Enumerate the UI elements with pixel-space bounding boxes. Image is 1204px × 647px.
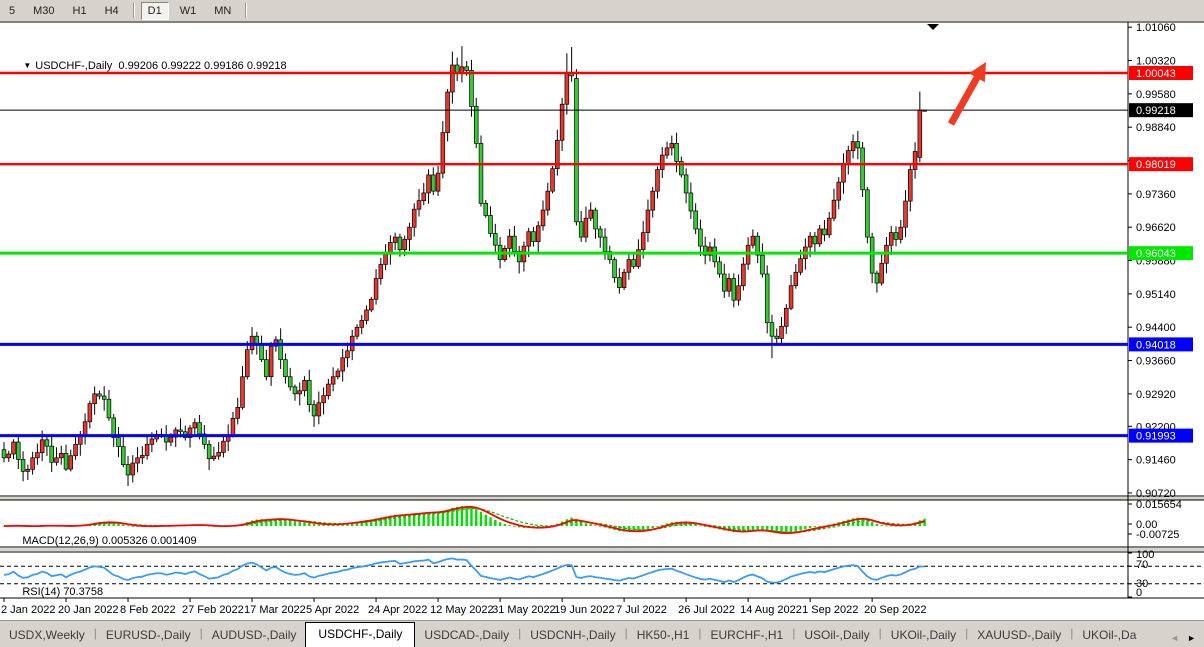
price-axis-tick: 0.97360 [1136,189,1176,201]
tab-usoildaily[interactable]: USOil-,Daily [795,624,878,647]
svg-text:0.96043: 0.96043 [1136,248,1176,260]
date-axis-label: 19 Jun 2022 [554,604,615,616]
tab-ukoildaily[interactable]: UKOil-,Daily [882,624,965,647]
symbol-tab-bar: USDX,Weekly|EURUSD-,Daily|AUDUSD-,DailyU… [0,620,1204,647]
svg-text:0.98019: 0.98019 [1136,159,1176,171]
tab-usdcnhdaily[interactable]: USDCNH-,Daily [521,624,624,647]
tab-usdchfdaily[interactable]: USDCHF-,Daily [305,622,415,647]
timeframe-button-5[interactable]: 5 [2,2,22,20]
price-chart-canvas[interactable]: 1.010601.003200.995800.988400.981000.973… [0,21,1204,621]
timeframe-button-h1[interactable]: H1 [66,2,94,20]
tab-hk50h1[interactable]: HK50-,H1 [628,624,699,647]
pane-splitter[interactable] [0,548,1204,551]
timeframe-button-h4[interactable]: H4 [98,2,126,20]
date-axis-label: 24 Apr 2022 [368,604,427,616]
timeframe-button-w1[interactable]: W1 [173,2,204,20]
macd-axis-tick: 0.015654 [1136,499,1182,511]
tab-scroll-controls: ◄► [1166,633,1204,647]
date-axis-label: 1 Sep 2022 [802,604,858,616]
toolbar-divider [133,3,134,18]
tab-usdcaddaily[interactable]: USDCAD-,Daily [415,624,518,647]
price-badge: 0.99218 [1129,103,1193,117]
svg-text:0.99218: 0.99218 [1136,105,1176,117]
date-axis-label: 27 Feb 2022 [182,604,244,616]
price-axis-tick: 0.96620 [1136,222,1176,234]
price-axis-tick: 0.99580 [1136,89,1176,101]
svg-text:1.00043: 1.00043 [1136,68,1176,80]
date-axis-label: 17 Mar 2022 [244,604,306,616]
date-axis-label: 26 Jul 2022 [678,604,735,616]
tab-ukoilda[interactable]: UKOil-,Da [1073,624,1145,647]
rsi-axis-tick: 70 [1136,559,1148,571]
date-axis-label: 14 Aug 2022 [740,604,802,616]
chart-window[interactable]: 1.010601.003200.995800.988400.981000.973… [0,21,1204,621]
price-axis-tick: 1.00320 [1136,56,1176,68]
price-axis-tick: 0.92920 [1136,389,1176,401]
toolbar-divider [245,3,246,18]
tab-usdxweekly[interactable]: USDX,Weekly [0,624,94,647]
macd-axis-tick: -0.00725 [1136,529,1179,541]
tab-eurusddaily[interactable]: EURUSD-,Daily [97,624,200,647]
price-badge: 0.94018 [1129,337,1193,351]
date-axis-label: 20 Sep 2022 [864,604,926,616]
date-axis-label: 12 May 2022 [430,604,494,616]
price-axis-tick: 0.95140 [1136,289,1176,301]
price-badge: 0.98019 [1129,157,1193,171]
date-axis-label: 31 May 2022 [492,604,556,616]
tab-audusddaily[interactable]: AUDUSD-,Daily [203,624,306,647]
timeframe-toolbar: 5M30 H1H4 D1W1MN [0,0,1204,22]
timeframe-button-d1[interactable]: D1 [141,2,169,20]
rsi-axis-tick: 0 [1136,587,1142,599]
price-badge: 0.96043 [1129,246,1193,260]
price-axis-tick: 1.01060 [1136,22,1176,34]
date-axis-label: 5 Apr 2022 [306,604,359,616]
date-axis-label: 20 Jan 2022 [58,604,119,616]
mt4-terminal-window: 5M30 H1H4 D1W1MN 1.01060 1.00320 0.99580 0.98… [0,0,1204,647]
price-axis-tick: 0.91460 [1136,455,1176,467]
chart-background [0,21,1204,621]
svg-text:0.94018: 0.94018 [1136,339,1176,351]
price-badge: 0.91993 [1129,429,1193,443]
price-badge: 1.00043 [1129,66,1193,80]
date-axis-label: 2 Jan 2022 [1,604,55,616]
price-axis-tick: 0.94400 [1136,322,1176,334]
svg-text:0.91993: 0.91993 [1136,431,1176,443]
timeframe-button-m30[interactable]: M30 [26,2,61,20]
timeframe-button-mn[interactable]: MN [207,2,238,20]
price-axis-tick: 0.98840 [1136,122,1176,134]
tab-scroll-left-icon[interactable]: ◄ [1170,633,1179,643]
date-axis-label: 7 Jul 2022 [616,604,667,616]
date-axis-label: 8 Feb 2022 [120,604,176,616]
price-axis-tick: 0.93660 [1136,356,1176,368]
tab-xauusddaily[interactable]: XAUUSD-,Daily [968,624,1070,647]
tab-scroll-right-icon[interactable]: ► [1187,633,1196,643]
tab-eurchfh1[interactable]: EURCHF-,H1 [702,624,793,647]
